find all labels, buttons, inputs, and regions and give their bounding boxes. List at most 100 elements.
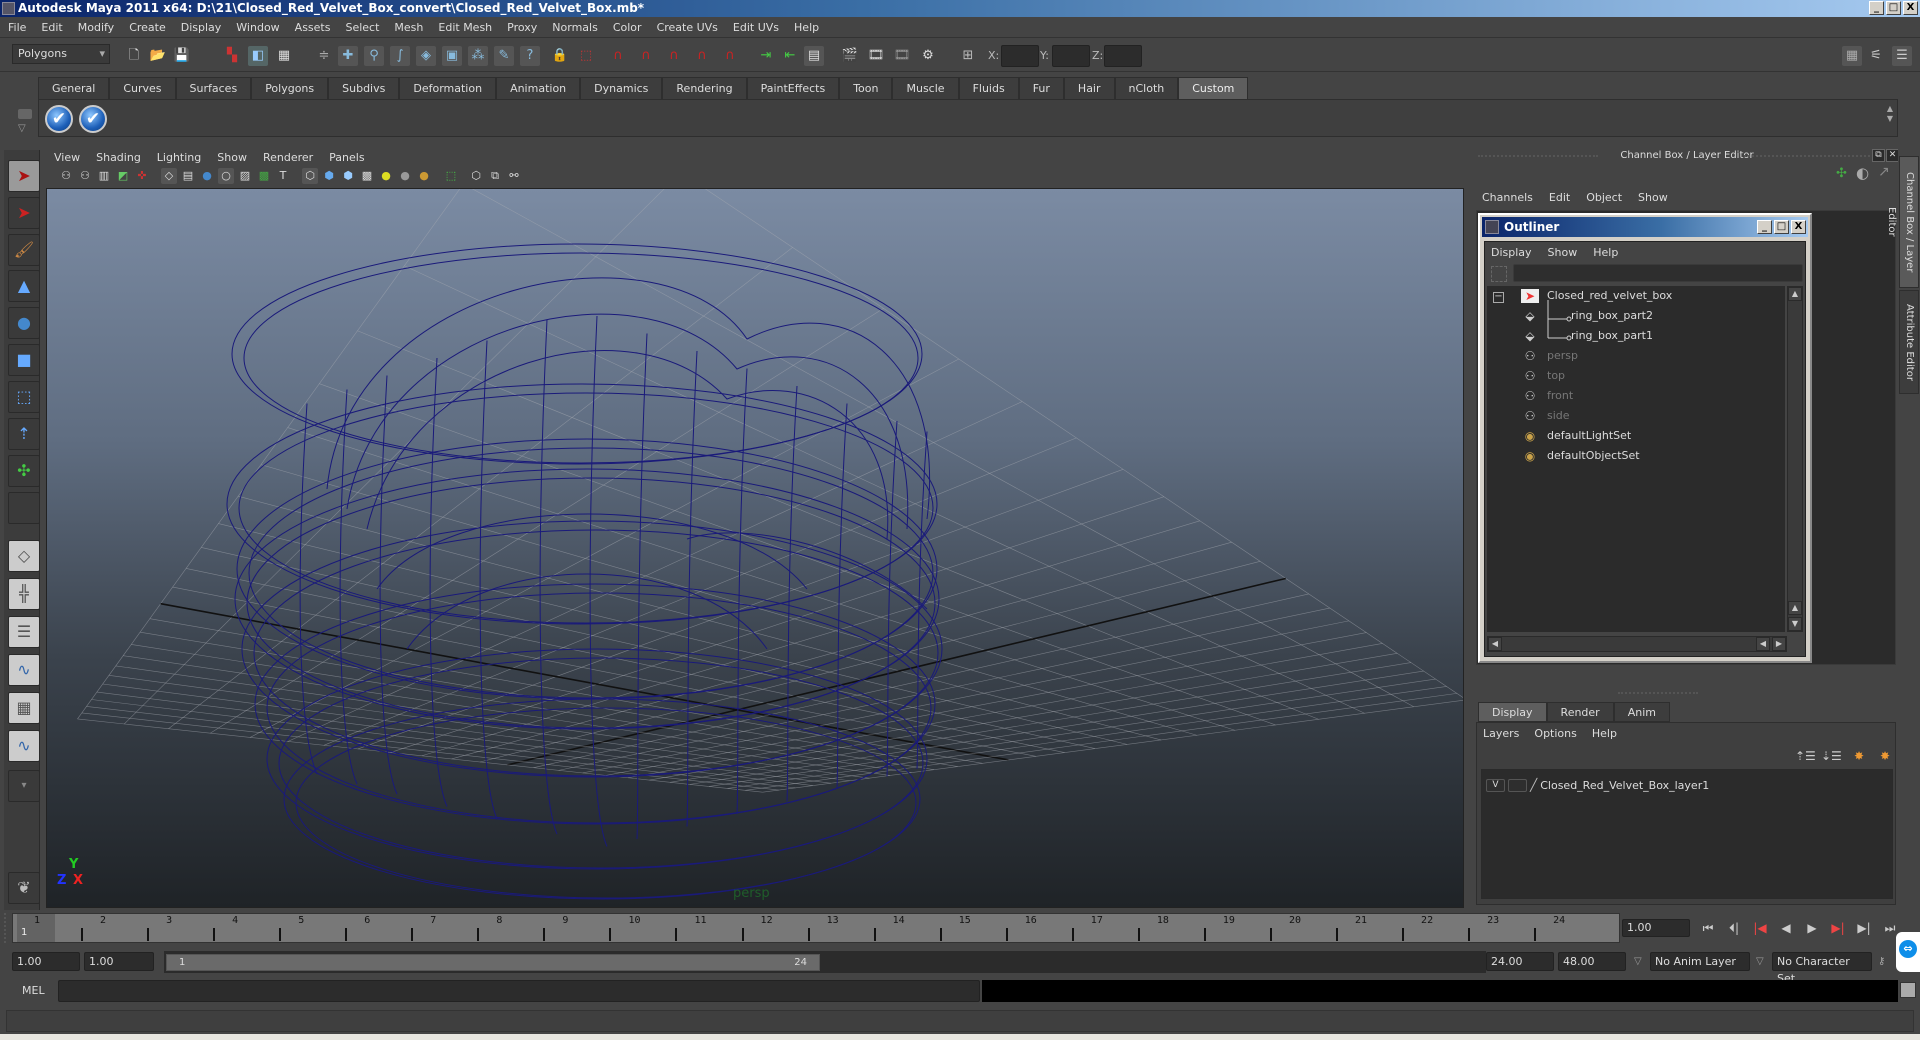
shelf-tab-curves[interactable]: Curves: [109, 77, 176, 99]
layer-row[interactable]: V ╱ Closed_Red_Velvet_Box_layer1: [1486, 776, 1709, 794]
range-slider[interactable]: 1 24: [166, 954, 820, 971]
layer-tab-display[interactable]: Display: [1478, 702, 1547, 722]
shelf-tab-ncloth[interactable]: nCloth: [1114, 77, 1179, 99]
tool-settings-toggle-icon[interactable]: ⚟: [1866, 46, 1886, 66]
new-layer-selected-icon[interactable]: ✸: [1875, 747, 1895, 765]
move-layer-up-icon[interactable]: ⇡☰: [1795, 747, 1816, 765]
magnet-grid-icon[interactable]: ∩: [608, 46, 628, 66]
shelf-tab-rendering[interactable]: Rendering: [662, 77, 747, 99]
shelf-tab-fluids[interactable]: Fluids: [958, 77, 1019, 99]
xray-icon[interactable]: ⬡: [468, 168, 484, 184]
soft-mod-tool-icon[interactable]: ⇡: [8, 418, 40, 450]
transform-input-icon[interactable]: ⊞: [958, 46, 978, 66]
shelf-tab-muscle[interactable]: Muscle: [892, 77, 959, 99]
render-view-icon[interactable]: 🎬: [840, 46, 860, 66]
step-forward-frame-icon[interactable]: ▶|: [1828, 919, 1848, 937]
scale-tool-icon[interactable]: ■: [8, 344, 40, 376]
script-editor-icon[interactable]: [1900, 982, 1916, 998]
bookmarks-icon[interactable]: ▥: [96, 168, 112, 184]
shelf-tab-general[interactable]: General: [38, 77, 110, 99]
xray-joints-icon[interactable]: ⧉: [487, 168, 503, 184]
outliner-item[interactable]: ◉ defaultLightSet: [1525, 426, 1631, 446]
layer-tab-render[interactable]: Render: [1546, 702, 1614, 722]
safe-action-icon[interactable]: ▩: [256, 168, 272, 184]
axis-manipulator-icon[interactable]: ✣: [1836, 166, 1847, 181]
menu-display[interactable]: Display: [181, 21, 222, 34]
channel-box-toggle-icon[interactable]: ☰: [1892, 46, 1912, 66]
move-layer-down-icon[interactable]: ⇣☰: [1821, 747, 1842, 765]
persp-graph-layout-icon[interactable]: ∿: [8, 654, 40, 686]
outliner-vertical-scrollbar[interactable]: ▲ ▲ ▼: [1787, 286, 1803, 632]
scroll-up-icon[interactable]: ▲: [1788, 601, 1802, 615]
outliner-minimize-button[interactable]: _: [1757, 220, 1772, 234]
shelf-tab-dynamics[interactable]: Dynamics: [580, 77, 663, 99]
current-frame-field[interactable]: 1.00: [1622, 919, 1690, 937]
scroll-right-icon[interactable]: ▶: [1772, 637, 1786, 651]
shelf-tab-toon[interactable]: Toon: [839, 77, 893, 99]
shelf-menu-button[interactable]: [18, 109, 32, 119]
outliner-maximize-button[interactable]: □: [1774, 220, 1789, 234]
cb-menu-edit[interactable]: Edit: [1549, 191, 1570, 204]
outliner-item[interactable]: ⚇ front: [1525, 386, 1574, 406]
layout-more-icon[interactable]: ▾: [8, 770, 40, 802]
play-backward-icon[interactable]: ◀: [1776, 919, 1796, 937]
open-scene-icon[interactable]: 📂: [148, 46, 168, 66]
auto-key-icon[interactable]: ⚷: [1878, 952, 1885, 971]
x-field[interactable]: [1001, 45, 1039, 67]
playback-start-field[interactable]: 1.00: [84, 952, 154, 971]
check-icon[interactable]: ✔: [45, 105, 73, 133]
wireframe-object[interactable]: [226, 243, 943, 900]
panel-grip[interactable]: [1478, 155, 1598, 158]
select-component-icon[interactable]: ▦: [274, 46, 294, 66]
shelf-tab-custom[interactable]: Custom: [1178, 77, 1249, 99]
outliner-title-bar[interactable]: Outliner _ □ X: [1482, 217, 1808, 237]
menu-edit-mesh[interactable]: Edit Mesh: [438, 21, 492, 34]
check-icon[interactable]: ✔: [79, 105, 107, 133]
scroll-left-icon[interactable]: ◀: [1488, 637, 1502, 651]
ipr-render-icon[interactable]: 🎞: [892, 46, 912, 66]
vp-menu-renderer[interactable]: Renderer: [263, 151, 313, 164]
menu-window[interactable]: Window: [236, 21, 279, 34]
vp-menu-lighting[interactable]: Lighting: [157, 151, 201, 164]
side-tab-attribute-editor[interactable]: Attribute Editor: [1899, 290, 1919, 394]
select-camera-icon[interactable]: ⚇: [58, 168, 74, 184]
step-forward-key-icon[interactable]: ▶|: [1854, 919, 1874, 937]
magnet-live-icon[interactable]: ∩: [720, 46, 740, 66]
snap-view-plane-icon[interactable]: ◈: [416, 46, 436, 66]
layer-visibility-toggle[interactable]: V: [1486, 778, 1505, 792]
snap-curve-icon[interactable]: ⚲: [364, 46, 384, 66]
image-plane-icon[interactable]: ◩: [115, 168, 131, 184]
shelf-tab-hair[interactable]: Hair: [1063, 77, 1115, 99]
menu-mesh[interactable]: Mesh: [394, 21, 423, 34]
layer-tab-anim[interactable]: Anim: [1613, 702, 1670, 722]
input-ops-icon[interactable]: ⇥: [756, 46, 776, 66]
outliner-item[interactable]: ⚇ persp: [1525, 346, 1578, 366]
safe-title-icon[interactable]: T: [275, 168, 291, 184]
gate-mask-icon[interactable]: ○: [218, 168, 234, 184]
move-tool-icon[interactable]: ▲: [8, 270, 40, 302]
persp-outliner-graph-layout-icon[interactable]: ∿: [8, 730, 40, 762]
vp-menu-panels[interactable]: Panels: [329, 151, 364, 164]
menu-edit-uvs[interactable]: Edit UVs: [733, 21, 779, 34]
film-gate-icon[interactable]: ▤: [180, 168, 196, 184]
shelf-tab-painteffects[interactable]: PaintEffects: [746, 77, 840, 99]
vp-menu-show[interactable]: Show: [217, 151, 247, 164]
shelf-tab-polygons[interactable]: Polygons: [251, 77, 329, 99]
character-set-dropdown[interactable]: No Character Set: [1772, 952, 1872, 985]
menu-select[interactable]: Select: [345, 21, 379, 34]
arrow-icon[interactable]: ↗: [1878, 164, 1890, 180]
shelf-tab-subdivs[interactable]: Subdivs: [328, 77, 400, 99]
anim-layer-dropdown-arrow[interactable]: ▽: [1634, 952, 1642, 971]
menu-create[interactable]: Create: [129, 21, 166, 34]
resolution-gate-icon[interactable]: ●: [199, 168, 215, 184]
make-live-icon[interactable]: ▣: [442, 46, 462, 66]
magnet-curve-icon[interactable]: ∩: [636, 46, 656, 66]
single-perspective-layout-icon[interactable]: ◇: [8, 540, 40, 572]
outliner-filter-input[interactable]: [1513, 264, 1803, 282]
select-object-icon[interactable]: ◧: [248, 46, 268, 66]
ol-menu-help[interactable]: Help: [1593, 246, 1618, 259]
ol-menu-display[interactable]: Display: [1491, 246, 1532, 259]
outliner-persp-layout-icon[interactable]: ☰: [8, 616, 40, 648]
mel-language-toggle[interactable]: MEL: [22, 982, 45, 1000]
time-slider[interactable]: 1 1 2 3 4 5 6 7 8 9 10 11 12 13 14 15 16 17 18 19 20 21 22 23 2…: [12, 913, 1620, 943]
